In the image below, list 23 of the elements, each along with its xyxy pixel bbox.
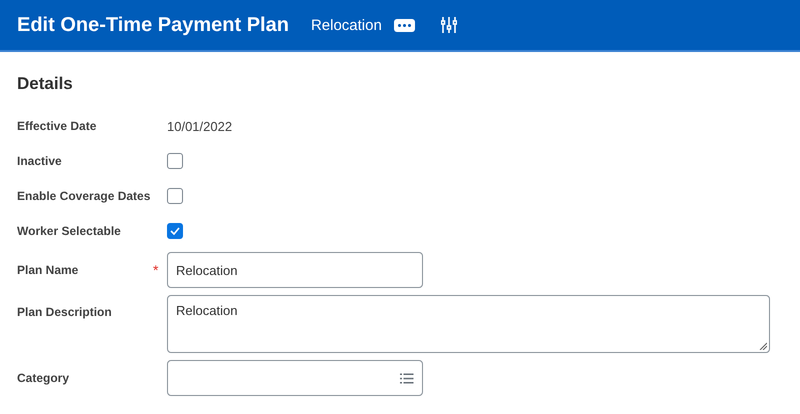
more-button[interactable] — [394, 18, 415, 32]
resize-handle-icon[interactable] — [759, 342, 767, 350]
checkbox[interactable] — [167, 188, 183, 204]
field-label: Effective Date — [17, 119, 98, 133]
input-field[interactable]: Relocation — [167, 252, 423, 288]
page-title: Edit One-Time Payment Plan — [17, 14, 289, 36]
field-label: Worker Selectable — [17, 224, 122, 238]
record-name: Relocation — [310, 16, 382, 34]
field-label: Enable Coverage Dates — [17, 189, 152, 203]
required-mark: * — [153, 262, 158, 278]
checkbox[interactable] — [167, 223, 183, 239]
settings-icon[interactable] — [440, 16, 457, 34]
field-label: Plan Description — [17, 305, 113, 319]
field-label: Category — [17, 371, 70, 385]
text-area[interactable]: Relocation — [167, 295, 770, 353]
field-value: 10/01/2022 — [167, 118, 232, 134]
select-field[interactable] — [167, 360, 423, 396]
checkbox[interactable] — [167, 153, 183, 169]
section-title: Details — [17, 74, 74, 94]
field-label: Plan Name — [17, 263, 80, 277]
check-icon — [170, 227, 180, 235]
field-label: Inactive — [17, 154, 63, 168]
list-icon — [400, 372, 414, 384]
